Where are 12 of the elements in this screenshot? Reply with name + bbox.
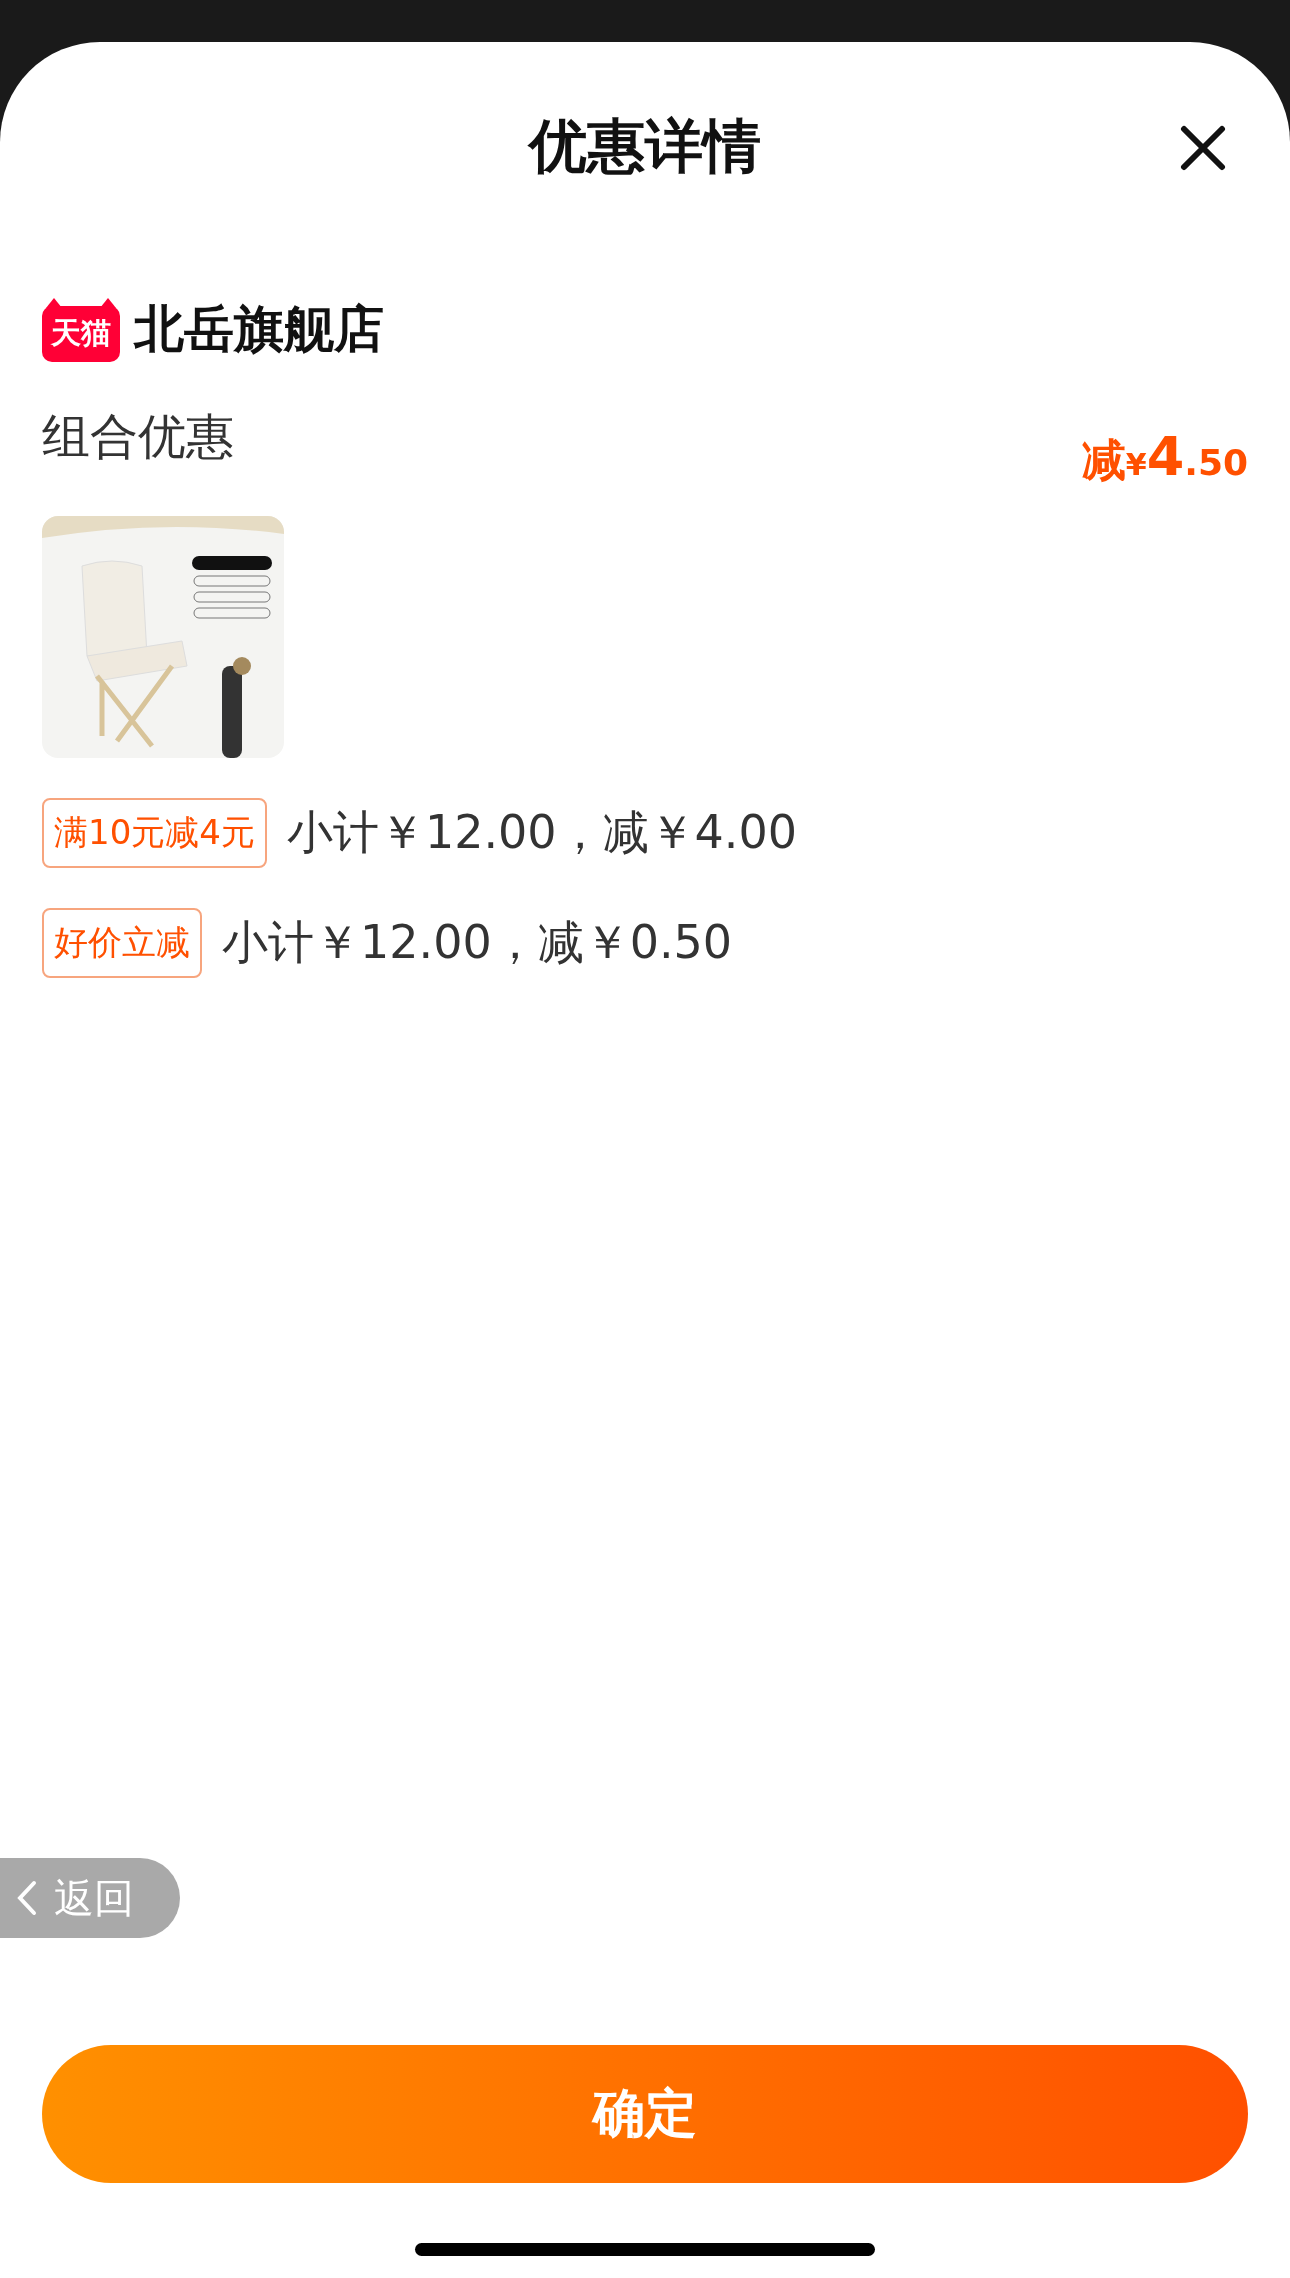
promotion-detail: 小计￥12.00，减￥0.50	[222, 914, 733, 971]
promotion-detail: 小计￥12.00，减￥4.00	[286, 804, 798, 861]
back-button[interactable]: 返回	[0, 1858, 180, 1938]
close-icon[interactable]	[1180, 125, 1226, 171]
discount-amount: 减¥4.50	[1081, 425, 1248, 490]
section-title: 组合优惠	[42, 407, 234, 466]
chevron-left-icon	[16, 1880, 38, 1916]
confirm-button[interactable]: 确定	[42, 2045, 1248, 2183]
sheet-title: 优惠详情	[529, 111, 761, 182]
store-name: 北岳旗舰店	[134, 299, 384, 360]
promotion-tag: 好价立减	[42, 908, 202, 978]
promotion-tag: 满10元减4元	[42, 798, 267, 868]
